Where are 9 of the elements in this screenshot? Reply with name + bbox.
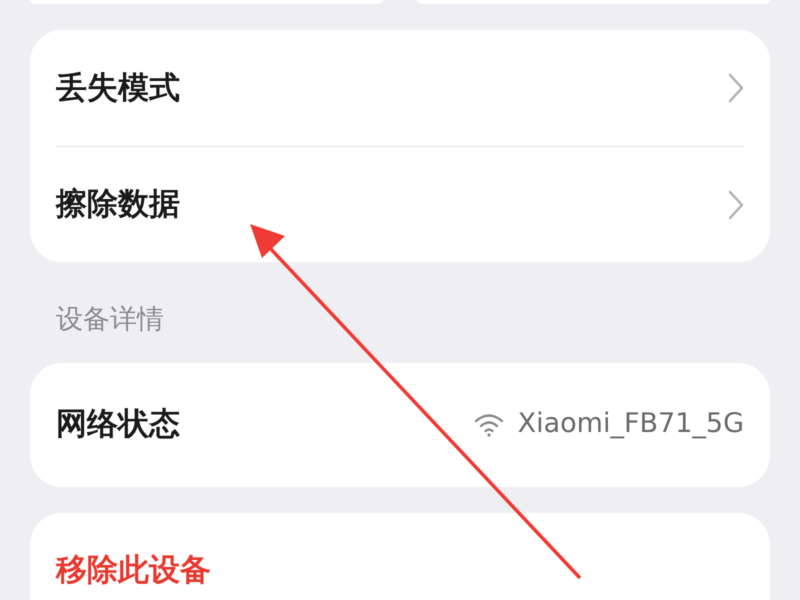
network-label: 网络状态	[56, 405, 180, 444]
section-title: 设备详情	[56, 304, 164, 335]
chevron-right-icon	[728, 190, 744, 220]
remove-device-button[interactable]: 移除此设备	[30, 512, 770, 600]
network-name: Xiaomi_FB71_5G	[518, 407, 744, 442]
chevron-right-icon	[728, 73, 744, 103]
wifi-icon	[474, 412, 504, 436]
network-row[interactable]: 网络状态 Xiaomi_FB71_5G	[30, 362, 770, 486]
menu-item[interactable]: 丢失模式	[56, 30, 744, 146]
